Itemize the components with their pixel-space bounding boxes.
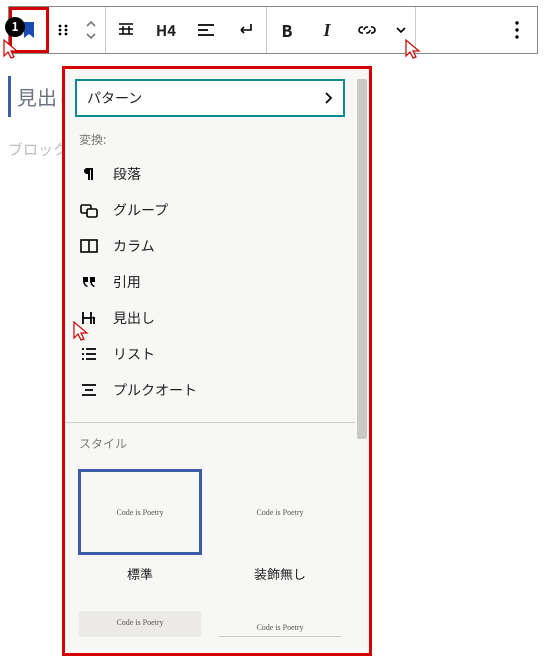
columns-icon [79, 239, 99, 253]
transform-paragraph[interactable]: 段落 [79, 156, 341, 192]
align-icon [117, 21, 135, 39]
style-variant-4[interactable]: Code is Poetry [219, 611, 341, 637]
transform-quote[interactable]: 引用 [79, 264, 341, 300]
style-label: 標準 [79, 564, 201, 583]
block-toolbar: H4 B I [8, 6, 538, 54]
italic-button[interactable]: I [307, 7, 347, 53]
patterns-button[interactable]: パターン [75, 79, 345, 117]
style-default[interactable]: Code is Poetry 標準 [79, 470, 201, 583]
text-align-icon [197, 23, 215, 37]
transform-item-label: 引用 [113, 272, 141, 292]
link-icon [357, 24, 377, 36]
align-button[interactable] [106, 7, 146, 53]
block-switcher-panel: パターン 変換: 段落 グループ カラム 引用 見出し [62, 66, 372, 656]
italic-icon: I [323, 20, 330, 41]
style-label: 装飾無し [219, 564, 341, 583]
bold-button[interactable]: B [267, 7, 307, 53]
return-icon [237, 22, 255, 38]
move-arrows-icon [84, 20, 98, 40]
transform-item-label: 段落 [113, 164, 141, 184]
transform-item-label: グループ [113, 200, 168, 220]
styles-section: スタイル Code is Poetry 標準 Code is Poetry 装飾… [65, 423, 355, 637]
text-align-button[interactable] [186, 7, 226, 53]
transform-item-label: カラム [113, 236, 155, 256]
transform-section-label: 変換: [65, 117, 355, 156]
scrollbar-thumb[interactable] [357, 79, 367, 439]
patterns-label: パターン [87, 88, 142, 108]
transform-item-label: プルクオート [113, 380, 197, 400]
transform-item-label: リスト [113, 344, 155, 364]
style-preview: Code is Poetry [219, 611, 341, 637]
style-preview: Code is Poetry [79, 611, 201, 637]
transform-list: 段落 グループ カラム 引用 見出し リスト [65, 156, 355, 422]
h4-label: H4 [156, 20, 176, 41]
step-badge: 1 [4, 16, 26, 38]
heading-level-button[interactable]: H4 [146, 7, 186, 53]
svg-text:1: 1 [11, 18, 18, 35]
style-section-label: スタイル [79, 435, 341, 456]
more-vertical-icon [515, 21, 519, 39]
bold-icon: B [281, 18, 292, 42]
chevron-down-icon [395, 26, 407, 34]
group-icon [79, 202, 99, 218]
drag-handle[interactable] [49, 7, 77, 53]
paragraph-icon [79, 166, 99, 182]
annotation-cursor [2, 38, 20, 60]
transform-group[interactable]: グループ [79, 192, 341, 228]
chevron-right-icon [323, 91, 333, 105]
style-preview: Code is Poetry [219, 470, 341, 554]
annotation-cursor [404, 38, 422, 60]
transform-heading[interactable]: 見出し [79, 300, 341, 336]
link-button[interactable] [347, 7, 387, 53]
transform-columns[interactable]: カラム [79, 228, 341, 264]
style-preview: Code is Poetry [79, 470, 201, 554]
transform-item-label: 見出し [113, 308, 155, 328]
transform-list[interactable]: リスト [79, 336, 341, 372]
transform-pullquote[interactable]: プルクオート [79, 372, 341, 408]
quote-icon [79, 276, 99, 288]
options-button[interactable] [497, 7, 537, 53]
annotation-cursor [72, 320, 90, 342]
style-plain[interactable]: Code is Poetry 装飾無し [219, 470, 341, 583]
list-icon [79, 347, 99, 361]
return-button[interactable] [226, 7, 266, 53]
pullquote-icon [79, 383, 99, 397]
style-variant-3[interactable]: Code is Poetry [79, 611, 201, 637]
drag-icon [56, 23, 70, 37]
move-button[interactable] [77, 7, 105, 53]
